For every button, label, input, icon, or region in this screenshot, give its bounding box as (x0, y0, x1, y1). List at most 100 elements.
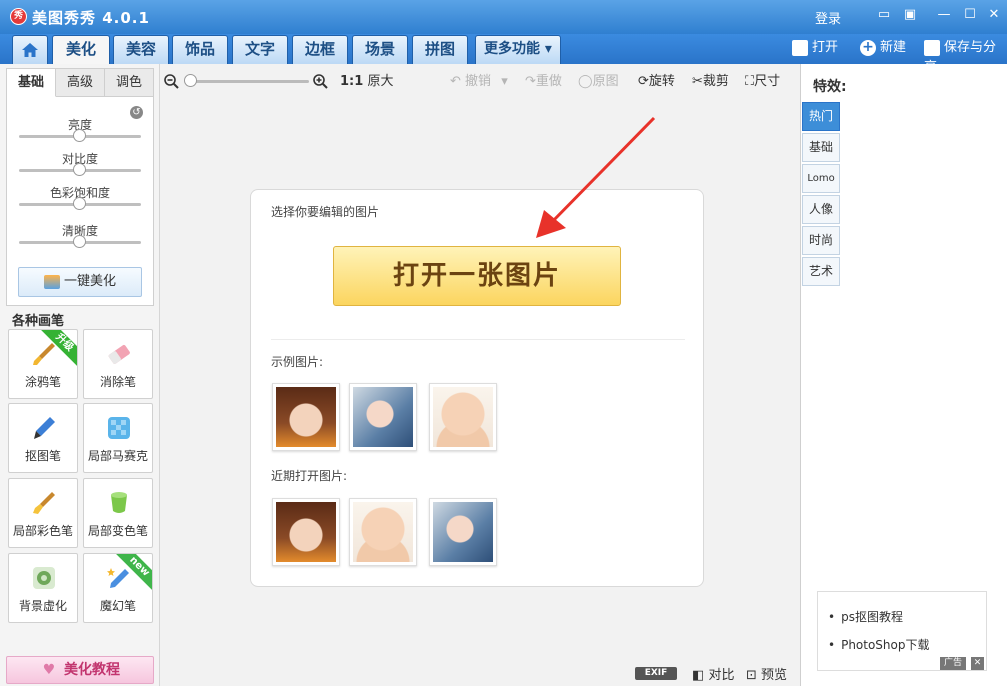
redo-button[interactable]: ↷重做 (525, 74, 562, 90)
pen-local-color[interactable]: 局部彩色笔 (8, 478, 78, 548)
contrast-slider[interactable] (19, 163, 141, 176)
fx-tab-hot[interactable]: 热门 (802, 102, 840, 131)
rotate-label: 旋转 (648, 74, 675, 89)
crop-icon: ✂ (692, 74, 703, 89)
subtab-color[interactable]: 调色 (105, 69, 153, 97)
recent-thumbnail[interactable] (429, 498, 497, 566)
compare-button[interactable]: ◧ 对比 (692, 664, 734, 683)
saturation-slider[interactable] (19, 197, 141, 210)
slider-knob[interactable] (73, 197, 86, 210)
fx-tab-lomo[interactable]: Lomo (802, 164, 840, 193)
brightness-slider[interactable] (19, 129, 141, 142)
minimize-button[interactable]: — (936, 7, 952, 23)
original-size-button[interactable]: 1:1 原大 (340, 74, 393, 90)
close-icon[interactable]: ✕ (971, 657, 984, 670)
tab-text[interactable]: 文字 (232, 35, 288, 64)
original-image-icon: ◯ (578, 74, 593, 89)
tab-home[interactable] (12, 35, 48, 64)
save-icon (924, 39, 940, 56)
select-image-prompt: 选择你要编辑的图片 (271, 205, 380, 219)
main-tab-bar: 美化 美容 饰品 文字 边框 场景 拼图 更多功能 ▾ 打开 +新建 保存与分享 (0, 34, 1007, 75)
tab-scene[interactable]: 场景 (352, 35, 408, 64)
beautify-tutorial-button[interactable]: ♥ 美化教程 (6, 656, 154, 684)
open-image-button[interactable]: 打开一张图片 (333, 246, 621, 306)
pen-label: 涂鸦笔 (24, 375, 61, 389)
paintbrush-icon (33, 343, 55, 365)
pen-label: 局部变色笔 (87, 524, 148, 538)
sharpness-slider[interactable] (19, 235, 141, 248)
effects-panel: 特效: 热门 基础 Lomo 人像 时尚 艺术 ps抠图教程 PhotoShop… (800, 64, 1007, 686)
zoom-slider-knob[interactable] (184, 74, 197, 87)
example-thumbnail[interactable] (272, 383, 340, 451)
redo-icon: ↷ (525, 74, 536, 89)
pen-local-recolor[interactable]: 局部变色笔 (83, 478, 153, 548)
message-icon[interactable]: ▭ (876, 7, 892, 23)
tab-decoration[interactable]: 饰品 (172, 35, 228, 64)
preview-label: 预览 (761, 668, 788, 683)
maximize-button[interactable]: ☐ (962, 7, 978, 23)
crop-button[interactable]: ✂裁剪 (692, 74, 729, 90)
undo-icon: ↶ (450, 74, 461, 89)
tab-collage[interactable]: 拼图 (412, 35, 468, 64)
zoom-in-button[interactable] (313, 74, 328, 94)
ad-link[interactable]: ps抠图教程 (828, 608, 903, 625)
fx-tab-portrait[interactable]: 人像 (802, 195, 840, 224)
subtab-basic[interactable]: 基础 (7, 69, 56, 97)
pen-eraser[interactable]: 消除笔 (83, 329, 153, 399)
menu-icon[interactable]: ▣ (902, 7, 918, 23)
tab-more-features[interactable]: 更多功能 ▾ (475, 35, 561, 64)
zoom-slider[interactable] (189, 80, 309, 83)
open-button[interactable]: 打开 (792, 38, 838, 58)
new-button[interactable]: + 新建 (860, 38, 906, 58)
tab-beautify[interactable]: 美化 (52, 35, 110, 64)
login-link[interactable]: 登录 (815, 8, 841, 27)
auto-beautify-button[interactable]: 一键美化 (18, 267, 142, 297)
pen-label: 背景虚化 (18, 599, 67, 613)
undo-button[interactable]: ↶ 撤销 ▾ (450, 74, 508, 90)
example-thumbnail[interactable] (429, 383, 497, 451)
pen-label: 局部马赛克 (87, 449, 148, 463)
rotate-button[interactable]: ⟳旋转 (638, 74, 675, 90)
fx-tab-basic[interactable]: 基础 (802, 133, 840, 162)
effects-title: 特效: (813, 79, 847, 95)
preview-button[interactable]: ⊡ 预览 (746, 664, 787, 683)
undo-dropdown-icon[interactable]: ▾ (501, 74, 508, 89)
resize-icon: ⛶ (745, 74, 755, 89)
zoom-out-icon (164, 74, 179, 89)
original-image-label: 原图 (592, 74, 619, 89)
blur-icon (33, 567, 55, 589)
photo-girl-bangs (276, 502, 336, 562)
color-brush-icon (33, 492, 55, 514)
zoom-out-button[interactable] (164, 74, 179, 94)
example-thumbnail[interactable] (349, 383, 417, 451)
close-button[interactable]: ✕ (986, 7, 1002, 23)
recent-thumbnail[interactable] (349, 498, 417, 566)
zoom-in-icon (313, 74, 328, 89)
ad-tag: 广告 (939, 657, 966, 670)
recent-thumbnail[interactable] (272, 498, 340, 566)
tab-frame[interactable]: 边框 (292, 35, 348, 64)
color-change-icon (111, 492, 127, 513)
pen-cutout[interactable]: 抠图笔 (8, 403, 78, 473)
slider-knob[interactable] (73, 235, 86, 248)
exif-button[interactable]: EXIF (635, 667, 677, 680)
photo-girl-bangs (276, 387, 336, 447)
resize-label: 尺寸 (754, 74, 781, 89)
pen-doodle[interactable]: 升级 涂鸦笔 (8, 329, 78, 399)
tab-beauty[interactable]: 美容 (113, 35, 169, 64)
resize-button[interactable]: ⛶尺寸 (745, 74, 780, 90)
original-image-button[interactable]: ◯原图 (578, 74, 619, 90)
pen-background-blur[interactable]: 背景虚化 (8, 553, 78, 623)
fx-tab-art[interactable]: 艺术 (802, 257, 840, 286)
compare-label: 对比 (708, 668, 735, 683)
mosaic-icon (108, 417, 130, 439)
pen-magic[interactable]: new 魔幻笔 (83, 553, 153, 623)
pen-mosaic[interactable]: 局部马赛克 (83, 403, 153, 473)
recent-images-label: 近期打开图片: (271, 469, 348, 483)
fx-tab-fashion[interactable]: 时尚 (802, 226, 840, 255)
ad-link[interactable]: PhotoShop下载 (828, 636, 929, 653)
subtab-advanced[interactable]: 高级 (56, 69, 105, 97)
slider-knob[interactable] (73, 163, 86, 176)
slider-knob[interactable] (73, 129, 86, 142)
rotate-icon: ⟳ (638, 74, 649, 89)
